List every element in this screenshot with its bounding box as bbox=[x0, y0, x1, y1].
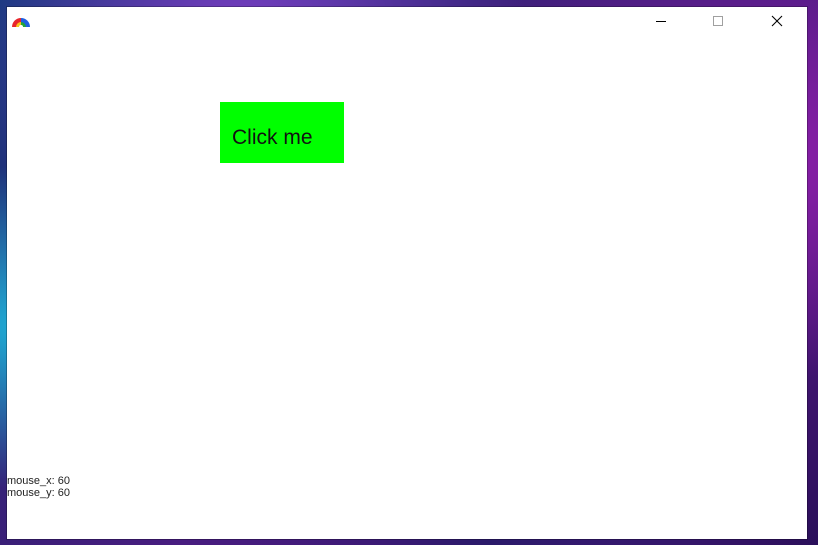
minimize-icon bbox=[655, 14, 667, 32]
title-bar[interactable] bbox=[7, 7, 807, 38]
app-window: Click me mouse_x: 60 mouse_y: 60 bbox=[7, 7, 807, 539]
click-me-label: Click me bbox=[232, 126, 313, 149]
close-button[interactable] bbox=[754, 7, 800, 38]
minimize-button[interactable] bbox=[638, 7, 684, 38]
maximize-button[interactable] bbox=[695, 7, 741, 38]
mouse-position-readout: mouse_x: 60 mouse_y: 60 bbox=[7, 475, 70, 499]
mouse-y-readout: mouse_y: 60 bbox=[7, 487, 70, 499]
maximize-icon bbox=[712, 14, 724, 32]
click-me-button[interactable]: Click me bbox=[220, 102, 344, 163]
close-icon bbox=[771, 14, 783, 32]
mouse-x-readout: mouse_x: 60 bbox=[7, 475, 70, 487]
rainbow-arc-icon bbox=[11, 15, 31, 27]
